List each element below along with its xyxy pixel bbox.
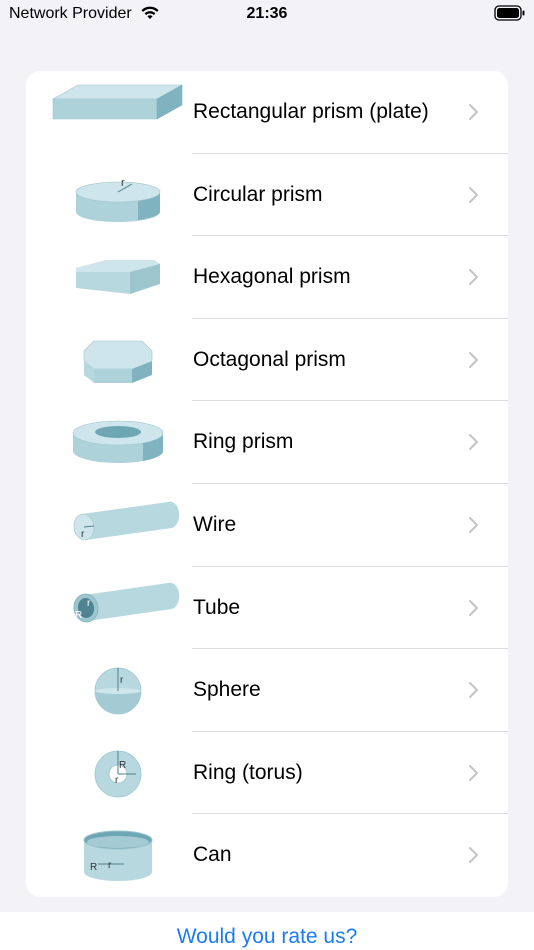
torus-icon: R r — [94, 750, 142, 798]
list-item-label: Ring (torus) — [193, 760, 303, 784]
chevron-right-icon — [469, 186, 478, 203]
chevron-right-icon — [469, 847, 478, 864]
list-item-label: Circular prism — [193, 182, 323, 206]
chevron-right-icon — [469, 104, 478, 120]
list-item-label: Rectangular prism (plate) — [193, 100, 429, 123]
chevron-right-icon — [469, 599, 478, 616]
list-item-ring-prism[interactable]: Ring prism — [26, 401, 508, 484]
list-item-can[interactable]: R r Can — [26, 814, 508, 897]
chevron-right-icon — [469, 516, 478, 533]
list-item-rectangular-prism[interactable]: Rectangular prism (plate) — [26, 71, 508, 154]
tube-icon: R r — [73, 582, 180, 622]
list-item-label: Hexagonal prism — [193, 265, 351, 289]
list-item-hexagonal-prism[interactable]: Hexagonal prism — [26, 236, 508, 319]
chevron-right-icon — [469, 269, 478, 286]
list-item-label: Ring prism — [193, 430, 294, 454]
ring-prism-icon — [72, 421, 164, 464]
rectangular-prism-icon — [51, 84, 184, 120]
list-item-label: Sphere — [193, 678, 261, 702]
shape-list: Rectangular prism (plate) r Circular pri… — [26, 71, 508, 897]
list-item-label: Octagonal prism — [193, 347, 346, 371]
list-item-wire[interactable]: r Wire — [26, 484, 508, 567]
list-item-sphere[interactable]: r Sphere — [26, 649, 508, 732]
chevron-right-icon — [469, 764, 478, 781]
chevron-right-icon — [469, 682, 478, 699]
rate-us-link[interactable]: Would you rate us? — [0, 925, 534, 949]
list-item-label: Wire — [193, 512, 237, 536]
list-item-torus[interactable]: R r Ring (torus) — [26, 732, 508, 815]
battery-icon — [494, 5, 525, 21]
circular-prism-icon: r — [75, 177, 161, 222]
sphere-icon: r — [94, 667, 142, 715]
list-item-octagonal-prism[interactable]: Octagonal prism — [26, 319, 508, 402]
chevron-right-icon — [469, 351, 478, 368]
list-item-circular-prism[interactable]: r Circular prism — [26, 154, 508, 237]
list-item-label: Can — [193, 843, 232, 867]
can-icon: R r — [83, 830, 153, 882]
hexagonal-prism-icon — [76, 260, 160, 295]
status-time: 21:36 — [246, 5, 288, 22]
radius-mark: r — [121, 177, 125, 189]
status-bar: Network Provider 21:36 — [0, 0, 534, 30]
list-item-tube[interactable]: R r Tube — [26, 567, 508, 650]
list-item-label: Tube — [193, 595, 241, 619]
chevron-right-icon — [469, 434, 478, 451]
outer-radius-mark: R — [119, 760, 126, 771]
wire-icon: r — [73, 501, 180, 541]
outer-radius-mark: R — [75, 610, 82, 621]
octagonal-prism-icon — [83, 340, 153, 383]
outer-radius-mark: R — [90, 862, 97, 873]
